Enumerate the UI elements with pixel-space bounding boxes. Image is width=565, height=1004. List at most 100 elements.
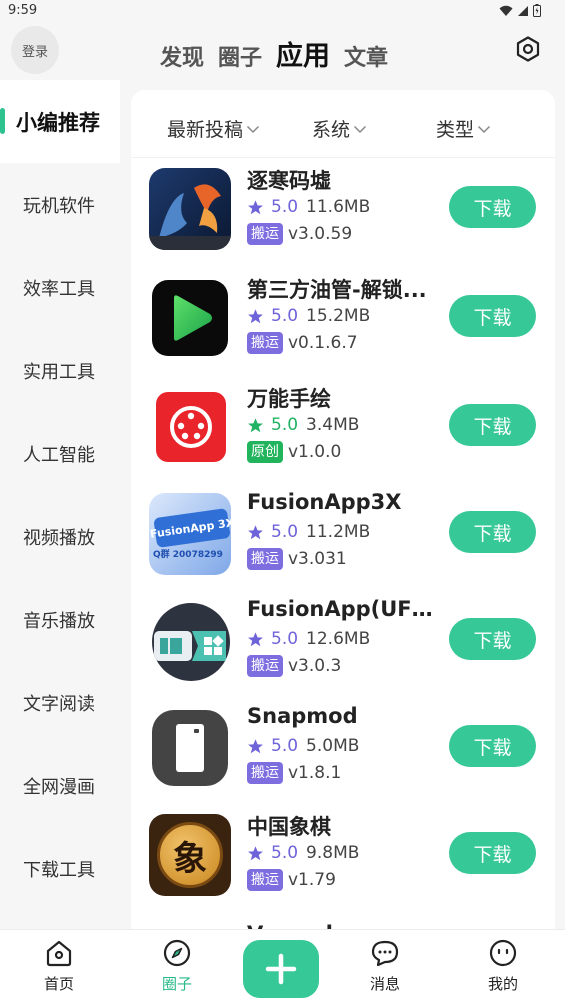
download-button[interactable]: 下载 bbox=[449, 295, 536, 337]
app-list-item[interactable]: FusionApp(UFO... 5.0 12.6MB 搬运 v3.0.3 下载 bbox=[131, 596, 555, 703]
app-screen: 9:59 登录 发现 圈子 应用 文章 小编推荐 玩机软件 效率工具 实用工具 … bbox=[0, 0, 565, 1004]
source-badge: 原创 bbox=[247, 441, 283, 463]
nav-circle[interactable]: 圈子 bbox=[142, 938, 212, 994]
chevron-down-icon bbox=[477, 125, 491, 133]
nav-label: 首页 bbox=[43, 975, 74, 993]
chess-piece-label: 象 bbox=[157, 822, 223, 888]
wifi-icon bbox=[499, 5, 513, 16]
chess-icon: 象 bbox=[149, 814, 231, 896]
app-name: 逐寒码墟 bbox=[247, 169, 331, 193]
sidebar-item-editor-picks[interactable]: 小编推荐 bbox=[0, 80, 120, 163]
nav-label: 圈子 bbox=[161, 975, 192, 993]
sidebar-item-label: 小编推荐 bbox=[16, 110, 100, 135]
sidebar-item-reading[interactable]: 文字阅读 bbox=[0, 661, 120, 744]
settings-button[interactable] bbox=[513, 34, 543, 64]
chevron-down-icon bbox=[246, 125, 260, 133]
sidebar-item-video[interactable]: 视频播放 bbox=[0, 495, 120, 578]
sidebar-item-label: 实用工具 bbox=[23, 361, 95, 383]
app-rating: 5.0 bbox=[271, 843, 299, 863]
filter-label: 最新投稿 bbox=[167, 119, 244, 141]
app-meta: 5.0 12.6MB bbox=[247, 629, 370, 649]
app-sub: 原创 v1.0.0 bbox=[247, 441, 341, 463]
app-rating: 5.0 bbox=[271, 629, 299, 649]
sidebar-item-ai[interactable]: 人工智能 bbox=[0, 412, 120, 495]
sidebar-item-label: 全网漫画 bbox=[23, 776, 95, 798]
app-version: v3.0.59 bbox=[288, 224, 353, 244]
app-meta: 5.0 5.0MB bbox=[247, 736, 359, 756]
fusionapp-icon: FusionApp 3X Q群 20078299 bbox=[149, 493, 231, 575]
tab-articles[interactable]: 文章 bbox=[344, 40, 388, 72]
nav-profile[interactable]: 我的 bbox=[468, 938, 538, 994]
sidebar-item-device-tools[interactable]: 玩机软件 bbox=[0, 163, 120, 246]
app-version: v0.1.6.7 bbox=[288, 333, 358, 353]
app-size: 9.8MB bbox=[306, 843, 360, 863]
app-list-item[interactable]: 逐寒码墟 5.0 11.6MB 搬运 v3.0.59 下载 bbox=[131, 164, 555, 271]
sidebar-item-label: 人工智能 bbox=[23, 444, 95, 466]
filter-label: 系统 bbox=[312, 119, 351, 141]
tab-apps[interactable]: 应用 bbox=[276, 34, 330, 73]
nav-label: 我的 bbox=[487, 975, 518, 993]
tab-discover[interactable]: 发现 bbox=[160, 40, 204, 72]
chat-icon bbox=[371, 940, 399, 967]
tab-circle[interactable]: 圈子 bbox=[218, 40, 262, 72]
login-button[interactable]: 登录 bbox=[11, 26, 59, 74]
filter-bar: 最新投稿 系统 类型 bbox=[131, 90, 555, 158]
app-rating: 5.0 bbox=[271, 415, 299, 435]
sidebar-item-comics[interactable]: 全网漫画 bbox=[0, 744, 120, 827]
download-button[interactable]: 下载 bbox=[449, 832, 536, 874]
chevron-down-icon bbox=[353, 125, 367, 133]
app-size: 11.2MB bbox=[306, 522, 371, 542]
app-name: 中国象棋 bbox=[247, 815, 331, 839]
home-icon bbox=[46, 940, 72, 967]
sidebar-item-productivity[interactable]: 效率工具 bbox=[0, 246, 120, 329]
category-sidebar: 小编推荐 玩机软件 效率工具 实用工具 人工智能 视频播放 音乐播放 文字阅读 … bbox=[0, 80, 120, 930]
nav-label: 消息 bbox=[369, 975, 400, 993]
app-rating: 5.0 bbox=[271, 522, 299, 542]
app-rating: 5.0 bbox=[271, 306, 299, 326]
filter-system[interactable]: 系统 bbox=[312, 115, 367, 142]
download-button[interactable]: 下载 bbox=[449, 186, 536, 228]
app-meta: 5.0 15.2MB bbox=[247, 306, 370, 326]
top-tabs: 发现 圈子 应用 文章 bbox=[160, 34, 402, 73]
fusionapp-ufo-icon bbox=[152, 603, 230, 681]
nav-messages[interactable]: 消息 bbox=[350, 938, 420, 994]
app-meta: 5.0 11.6MB bbox=[247, 197, 370, 217]
app-version: v1.79 bbox=[288, 870, 336, 890]
create-post-button[interactable] bbox=[243, 940, 319, 998]
app-list-item[interactable]: FusionApp 3X Q群 20078299 FusionApp3X 5.0… bbox=[131, 489, 555, 596]
app-name: 万能手绘 bbox=[247, 387, 331, 411]
app-version: v1.8.1 bbox=[288, 763, 342, 783]
sidebar-item-label: 玩机软件 bbox=[23, 195, 95, 217]
sidebar-item-download-tools[interactable]: 下载工具 bbox=[0, 827, 120, 910]
compass-icon bbox=[163, 939, 191, 967]
snapmod-icon bbox=[152, 710, 228, 786]
download-button[interactable]: 下载 bbox=[449, 618, 536, 660]
app-list-item[interactable]: 第三方油管-解锁... 5.0 15.2MB 搬运 v0.1.6.7 下载 bbox=[131, 273, 555, 380]
source-badge: 搬运 bbox=[247, 548, 283, 570]
signal-icon bbox=[518, 5, 528, 16]
app-list-item[interactable]: 象 中国象棋 5.0 9.8MB 搬运 v1.79 下载 bbox=[131, 810, 555, 917]
sidebar-item-label: 视频播放 bbox=[23, 527, 95, 549]
app-list-item[interactable]: 万能手绘 5.0 3.4MB 原创 v1.0.0 下载 bbox=[131, 382, 555, 489]
settings-icon bbox=[516, 36, 540, 62]
sidebar-item-label: 音乐播放 bbox=[23, 610, 95, 632]
filter-type[interactable]: 类型 bbox=[436, 115, 491, 142]
star-icon bbox=[248, 308, 263, 323]
sidebar-item-utilities[interactable]: 实用工具 bbox=[0, 329, 120, 412]
app-sub: 搬运 v0.1.6.7 bbox=[247, 332, 358, 354]
filter-sort[interactable]: 最新投稿 bbox=[167, 115, 260, 142]
status-time: 9:59 bbox=[8, 3, 38, 18]
plus-icon bbox=[265, 953, 297, 985]
app-name: Snapmod bbox=[247, 704, 358, 728]
download-button[interactable]: 下载 bbox=[449, 511, 536, 553]
star-icon bbox=[248, 845, 263, 860]
star-icon bbox=[248, 417, 263, 432]
app-list-item[interactable]: Snapmod 5.0 5.0MB 搬运 v1.8.1 下载 bbox=[131, 703, 555, 810]
status-bar: 9:59 bbox=[0, 0, 565, 24]
nav-home[interactable]: 首页 bbox=[24, 938, 94, 994]
sidebar-item-music[interactable]: 音乐播放 bbox=[0, 578, 120, 661]
status-icons bbox=[499, 4, 541, 17]
app-size: 3.4MB bbox=[306, 415, 360, 435]
download-button[interactable]: 下载 bbox=[449, 725, 536, 767]
download-button[interactable]: 下载 bbox=[449, 404, 536, 446]
